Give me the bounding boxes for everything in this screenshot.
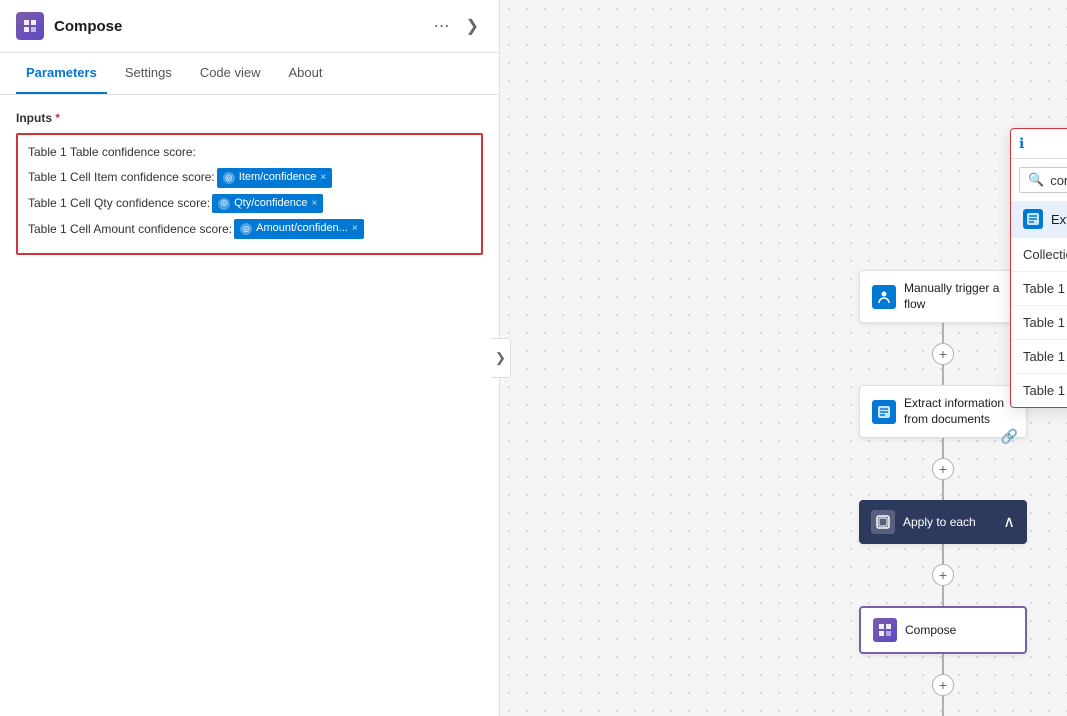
tab-settings[interactable]: Settings (115, 53, 182, 94)
input-row-3: Table 1 Cell Qty confidence score: ◎ Qty… (28, 194, 471, 214)
collapse-panel-button[interactable]: ❯ (462, 14, 483, 38)
input-row-4: Table 1 Cell Amount confidence score: ◎ … (28, 219, 471, 239)
add-step-button-4[interactable]: + (932, 674, 954, 696)
panel-title: Compose (54, 18, 420, 35)
connector-2: + (932, 438, 954, 500)
token-qty-confidence[interactable]: ◎ Qty/confidence × (212, 194, 323, 214)
extract-info-node-icon (872, 400, 896, 424)
add-step-button-3[interactable]: + (932, 564, 954, 586)
connector-1: + (932, 323, 954, 385)
dropdown-header: ℹ ⤢ ✕ (1011, 129, 1067, 159)
node-extract-info[interactable]: Extract information from documents 🔗 (859, 385, 1027, 438)
node-apply-each-label: Apply to each (903, 515, 976, 531)
input-row-1: Table 1 Table confidence score: (28, 143, 471, 162)
inputs-box[interactable]: Table 1 Table confidence score: Table 1 … (16, 133, 483, 255)
token-dropdown: ℹ ⤢ ✕ 🔍 ✕ Extract information from docum… (1010, 128, 1067, 408)
search-icon: 🔍 (1028, 172, 1044, 188)
input-row-2: Table 1 Cell Item confidence score: ◎ It… (28, 168, 471, 188)
tab-about[interactable]: About (279, 53, 333, 94)
header-actions: ⋯ ❯ (430, 14, 483, 38)
connector-4: + (932, 654, 954, 716)
node-apply-each[interactable]: Apply to each ∧ (859, 500, 1027, 544)
info-icon[interactable]: ℹ (1019, 135, 1024, 152)
collapse-apply-each-button[interactable]: ∧ (1003, 512, 1015, 532)
token-icon: ◎ (223, 172, 235, 184)
apply-each-icon (871, 510, 895, 534)
extract-info-icon (1023, 209, 1043, 229)
compose-icon (16, 12, 44, 40)
dropdown-item-3[interactable]: Table 1 Amount value confidence score (1011, 339, 1067, 373)
connector-3: + (932, 544, 954, 606)
tab-code-view[interactable]: Code view (190, 53, 271, 94)
add-step-button-2[interactable]: + (932, 458, 954, 480)
node-compose[interactable]: Compose (859, 606, 1027, 654)
add-step-button-1[interactable]: + (932, 343, 954, 365)
inputs-label: Inputs * (16, 111, 483, 125)
chain-link-icon: 🔗 (1001, 428, 1018, 445)
token-close[interactable]: × (320, 170, 326, 186)
dropdown-item-4[interactable]: Table 1 Qty value confidence score (1011, 373, 1067, 407)
search-box: 🔍 ✕ (1019, 167, 1067, 193)
dropdown-item-0[interactable]: Collection confidence score (1011, 237, 1067, 271)
manually-trigger-icon (872, 285, 896, 309)
compose-node-icon (873, 618, 897, 642)
node-extract-info-label: Extract information from documents (904, 396, 1014, 427)
dropdown-selected-item[interactable]: Extract information from documents (1011, 201, 1067, 237)
panel-collapse-handle[interactable]: ❯ (491, 338, 511, 378)
token-icon-3: ◎ (240, 223, 252, 235)
dropdown-item-1[interactable]: Table 1 confidence score (1011, 271, 1067, 305)
tab-parameters[interactable]: Parameters (16, 53, 107, 94)
token-close-3[interactable]: × (352, 221, 358, 237)
token-close-2[interactable]: × (311, 196, 317, 212)
more-options-button[interactable]: ⋯ (430, 14, 454, 38)
token-amount-confidence[interactable]: ◎ Amount/confiden... × (234, 219, 364, 239)
left-panel: Compose ⋯ ❯ Parameters Settings Code vie… (0, 0, 500, 716)
search-input[interactable] (1050, 173, 1067, 188)
selected-item-label: Extract information from documents (1051, 212, 1067, 227)
token-item-confidence[interactable]: ◎ Item/confidence × (217, 168, 333, 188)
dropdown-item-2[interactable]: Table 1 Item value confidence score (1011, 305, 1067, 339)
flow-nodes-container: Manually trigger a flow + Extract inform… (859, 270, 1027, 716)
panel-header: Compose ⋯ ❯ (0, 0, 499, 53)
node-manually-trigger[interactable]: Manually trigger a flow (859, 270, 1027, 323)
flow-canvas: ℹ ⤢ ✕ 🔍 ✕ Extract information from docum… (500, 0, 1067, 716)
node-manually-trigger-label: Manually trigger a flow (904, 281, 1014, 312)
token-icon-2: ◎ (218, 198, 230, 210)
panel-content: Inputs * Table 1 Table confidence score:… (0, 95, 499, 716)
tabs-bar: Parameters Settings Code view About (0, 53, 499, 95)
node-compose-label: Compose (905, 623, 956, 639)
